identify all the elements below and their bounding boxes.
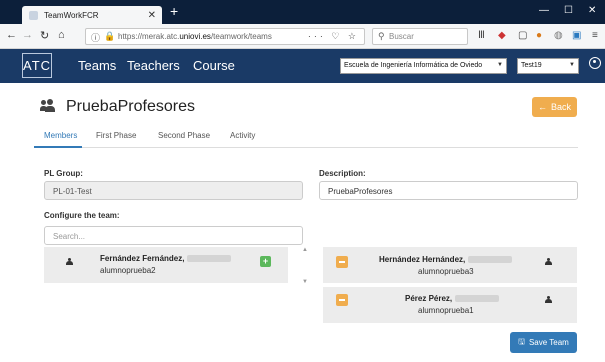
add-member-button[interactable]: + bbox=[260, 256, 271, 267]
configure-team-label: Configure the team: bbox=[44, 211, 120, 220]
forward-icon[interactable]: → bbox=[22, 29, 33, 41]
reload-icon[interactable]: ↻ bbox=[40, 29, 49, 42]
scroll-down-icon[interactable]: ▼ bbox=[302, 279, 308, 285]
browser-navbar: ← → ↻ ⌂ ⓘ 🔒 https://merak.atc.uniovi.es/… bbox=[0, 24, 605, 49]
team-member-row: Pérez Pérez, alumnoprueba1 bbox=[323, 287, 577, 323]
new-tab-icon[interactable]: + bbox=[170, 3, 178, 19]
save-team-label: Save Team bbox=[528, 338, 569, 347]
browser-titlebar: TeamWorkFCR ✕ + — ☐ ✕ bbox=[0, 0, 605, 24]
tab-title: TeamWorkFCR bbox=[44, 10, 99, 20]
browser-tab[interactable]: TeamWorkFCR ✕ bbox=[22, 6, 162, 24]
atc-logo[interactable]: ATC bbox=[22, 53, 52, 78]
remove-member-button[interactable] bbox=[336, 294, 348, 306]
team-tabs: Members First Phase Second Phase Activit… bbox=[34, 122, 578, 148]
scroll-up-icon[interactable]: ▲ bbox=[302, 247, 308, 253]
tab-activity[interactable]: Activity bbox=[230, 131, 255, 140]
maximize-icon[interactable]: ☐ bbox=[564, 5, 573, 16]
tab-members[interactable]: Members bbox=[44, 131, 77, 140]
url-bar[interactable]: ⓘ 🔒 https://merak.atc.uniovi.es/teamwork… bbox=[85, 28, 365, 45]
member-list-scrollbar[interactable]: ▲ ▼ bbox=[300, 247, 310, 287]
favicon-icon bbox=[29, 10, 38, 20]
redacted-name bbox=[468, 256, 513, 264]
settings-icon[interactable]: ◍ bbox=[554, 30, 563, 41]
url-text: https://merak.atc.uniovi.es/teamwork/tea… bbox=[118, 32, 272, 41]
window-close-icon[interactable]: ✕ bbox=[588, 5, 596, 16]
users-icon bbox=[40, 99, 58, 113]
member-name: Pérez Pérez, bbox=[405, 294, 500, 303]
chevron-down-icon: ▼ bbox=[569, 62, 575, 68]
back-icon[interactable]: ← bbox=[6, 29, 17, 41]
browser-search[interactable]: ⚲ Buscar bbox=[372, 28, 468, 45]
available-members-list: Fernández Fernández, alumnoprueba2 + bbox=[44, 247, 288, 283]
page-actions-icon[interactable]: ··· ♡ ☆ bbox=[308, 31, 359, 42]
page-title: PruebaProfesores bbox=[66, 98, 195, 115]
save-team-button[interactable]: 🖫 Save Team bbox=[510, 332, 577, 353]
back-button[interactable]: ← Back bbox=[532, 97, 577, 117]
nav-teachers[interactable]: Teachers bbox=[127, 58, 180, 73]
pl-group-field: PL-01-Test bbox=[44, 181, 303, 200]
pl-group-label: PL Group: bbox=[44, 169, 83, 178]
menu-icon[interactable]: ≡ bbox=[592, 30, 598, 41]
redacted-name bbox=[455, 295, 500, 303]
description-label: Description: bbox=[319, 169, 366, 178]
person-icon bbox=[545, 296, 552, 303]
search-placeholder: Buscar bbox=[389, 32, 414, 41]
save-icon: 🖫 bbox=[518, 336, 525, 346]
screenshot-icon[interactable]: ▣ bbox=[572, 30, 581, 41]
pocket-icon[interactable]: ◆ bbox=[498, 30, 506, 41]
person-icon bbox=[545, 258, 552, 265]
close-tab-icon[interactable]: ✕ bbox=[148, 10, 156, 21]
tab-first-phase[interactable]: First Phase bbox=[96, 131, 136, 140]
user-select[interactable]: Test19 ▼ bbox=[517, 58, 579, 74]
active-tab-indicator bbox=[34, 146, 82, 148]
app-header: ATC Teams Teachers Course Escuela de Ing… bbox=[0, 49, 605, 83]
member-name: Hernández Hernández, bbox=[379, 255, 513, 264]
member-username: alumnoprueba3 bbox=[418, 267, 474, 276]
member-username: alumnoprueba1 bbox=[418, 306, 474, 315]
minimize-icon[interactable]: — bbox=[539, 5, 549, 16]
remove-member-button[interactable] bbox=[336, 256, 348, 268]
arrow-left-icon: ← bbox=[537, 102, 547, 112]
back-button-label: Back bbox=[550, 102, 571, 112]
member-username: alumnoprueba2 bbox=[100, 266, 156, 275]
sidebar-icon[interactable]: ▢ bbox=[518, 30, 527, 41]
description-field[interactable]: PruebaProfesores bbox=[319, 181, 578, 200]
school-select[interactable]: Escuela de Ingeniería Informática de Ovi… bbox=[340, 58, 507, 74]
search-icon: ⚲ bbox=[378, 31, 385, 41]
extension-icon[interactable]: ● bbox=[536, 30, 542, 41]
library-icon[interactable]: Ⅲ bbox=[478, 30, 485, 41]
tab-second-phase[interactable]: Second Phase bbox=[158, 131, 210, 140]
info-icon[interactable]: ⓘ bbox=[91, 31, 100, 44]
chevron-down-icon: ▼ bbox=[497, 62, 503, 68]
team-member-row: Hernández Hernández, alumnoprueba3 bbox=[323, 247, 577, 283]
nav-teams[interactable]: Teams bbox=[78, 58, 116, 73]
home-icon[interactable]: ⌂ bbox=[58, 29, 65, 41]
user-select-value: Test19 bbox=[521, 62, 542, 69]
person-icon bbox=[66, 258, 73, 265]
redacted-name bbox=[187, 255, 232, 263]
lock-icon[interactable]: 🔒 bbox=[104, 31, 115, 42]
member-name: Fernández Fernández, bbox=[100, 254, 232, 263]
user-profile-icon[interactable] bbox=[589, 57, 601, 69]
member-search-input[interactable]: Search... bbox=[44, 226, 303, 245]
nav-course[interactable]: Course bbox=[193, 58, 235, 73]
school-select-value: Escuela de Ingeniería Informática de Ovi… bbox=[344, 62, 483, 69]
